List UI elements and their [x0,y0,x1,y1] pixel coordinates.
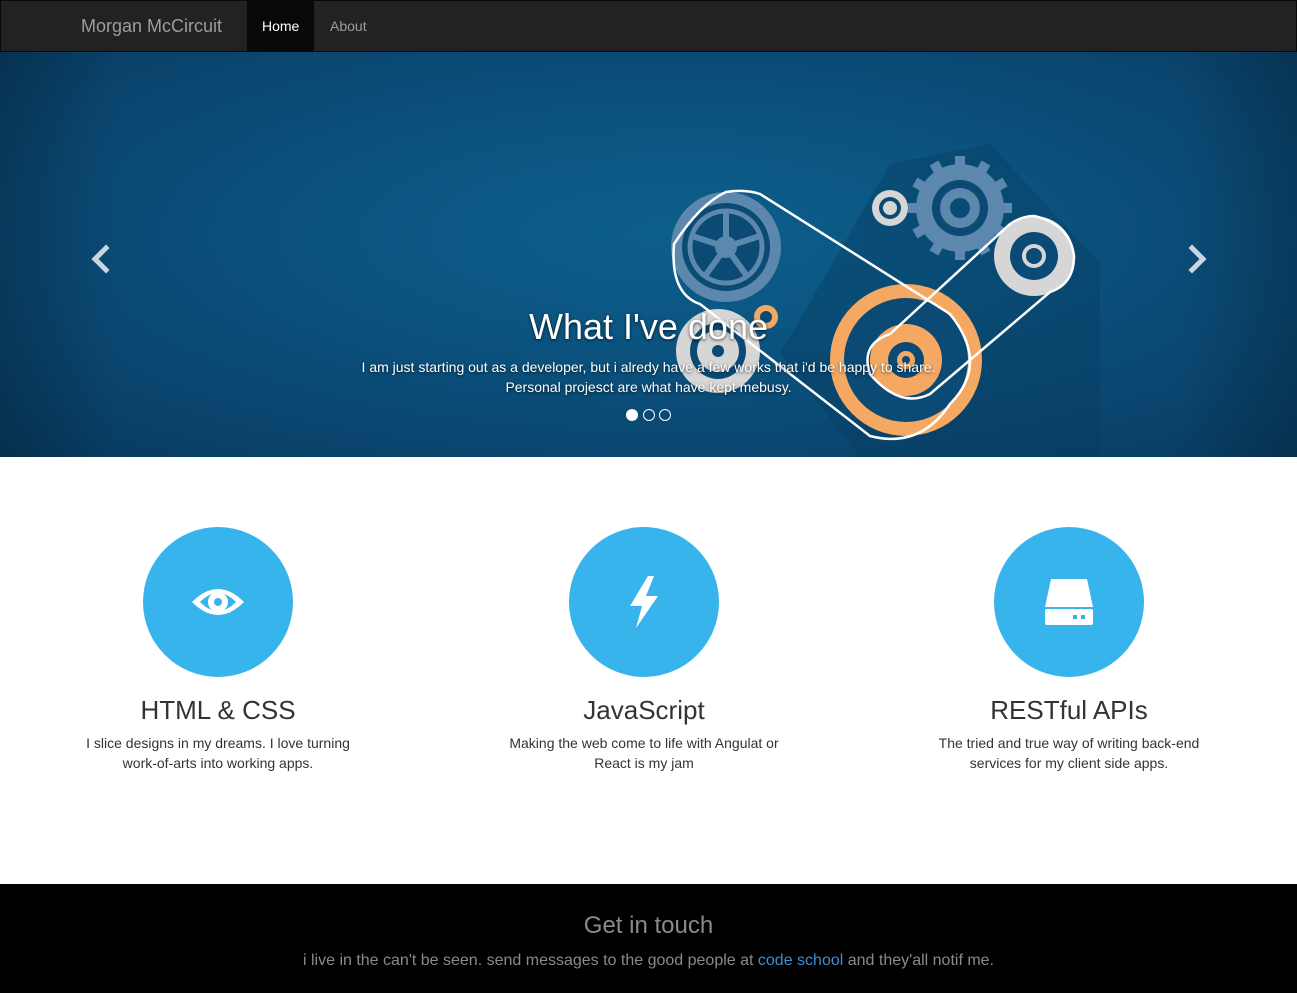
feature-text: The tried and true way of writing back-e… [938,735,1200,771]
feature-text: Making the web come to life with Angulat… [509,735,779,771]
nav-about[interactable]: About [315,1,382,51]
chevron-right-icon [1188,244,1207,274]
top-navbar: Morgan McCircuit Home About [0,0,1297,52]
footer: Get in touch i live in the can't be seen… [0,884,1297,993]
footer-text-before: i live in the can't be seen. send messag… [302,952,754,969]
feature-icon-circle [994,527,1144,677]
carousel-indicator-3[interactable] [659,409,671,421]
feature-icon-circle [569,527,719,677]
carousel-caption-text: Personal projesct are what have kept meb… [505,379,792,395]
feature-title: RESTful APIs [990,695,1148,725]
hero-carousel: What I've done I am just starting out as… [0,52,1297,457]
footer-text-after: and they'all notif me. [847,952,994,969]
brand-link[interactable]: Morgan McCircuit [81,1,222,51]
nav-home[interactable]: Home [247,1,315,51]
carousel-caption-text: I am just starting out as a developer, b… [361,359,936,375]
feature-javascript: JavaScript Making the web come to life w… [474,527,814,773]
bolt-icon [630,576,658,628]
carousel-indicator-2[interactable] [643,409,655,421]
footer-title: Get in touch [583,912,714,939]
feature-html-css: HTML & CSS I slice designs in my dreams.… [48,527,388,773]
carousel-indicator-1[interactable] [626,409,638,421]
feature-text: I slice designs in my dreams. I love tur… [86,735,350,771]
eye-icon [192,589,244,615]
carousel-next-button[interactable] [1182,244,1212,274]
carousel-prev-button[interactable] [86,244,116,274]
footer-text: i live in the can't be seen. send messag… [0,952,1297,970]
chevron-left-icon [91,244,110,274]
feature-title: HTML & CSS [140,695,296,725]
code-school-link[interactable]: code school [758,952,843,969]
feature-icon-circle [143,527,293,677]
gears-illustration [671,144,1100,457]
feature-restful-apis: RESTful APIs The tried and true way of w… [899,527,1239,773]
carousel-caption-title: What I've done [528,306,768,347]
feature-title: JavaScript [583,695,705,725]
server-icon [1045,579,1093,625]
